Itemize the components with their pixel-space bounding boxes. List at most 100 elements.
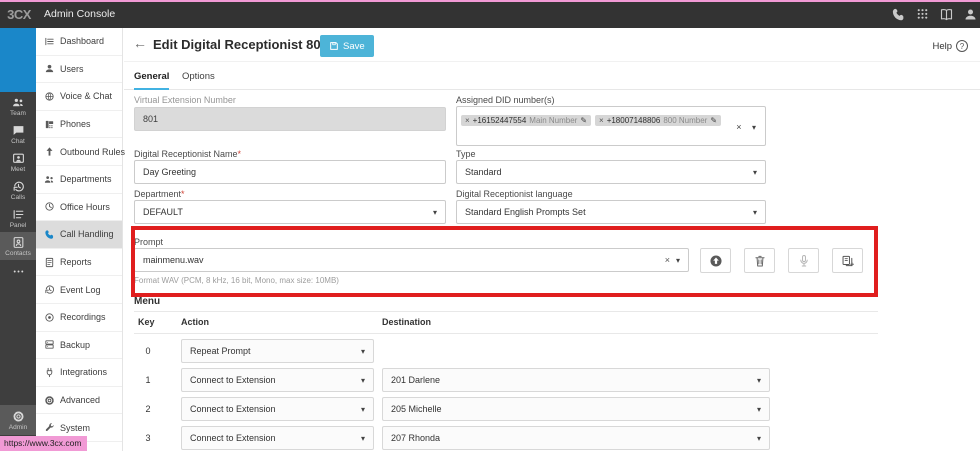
record-button[interactable]: [788, 248, 819, 273]
save-button[interactable]: Save: [320, 35, 374, 57]
sidebar-item-phones[interactable]: Phones: [36, 111, 122, 139]
sidebar-item-reports[interactable]: Reports: [36, 249, 122, 277]
prompt-select[interactable]: mainmenu.wav × ▾: [134, 248, 689, 272]
caret-down-icon: ▾: [757, 405, 761, 414]
chip-edit-pencil-icon[interactable]: ✎: [580, 116, 587, 125]
type-select[interactable]: Standard ▾: [456, 160, 766, 184]
more-icon: [12, 265, 25, 278]
sidebar-item-voice-chat[interactable]: Voice & Chat: [36, 83, 122, 111]
rail-item-team[interactable]: Team: [0, 92, 36, 120]
caret-down-icon: ▾: [361, 376, 365, 385]
prompt-clear-icon[interactable]: ×: [659, 255, 676, 265]
sidebar-item-users[interactable]: Users: [36, 56, 122, 84]
chip-label: 800 Number: [663, 116, 707, 125]
upload-button[interactable]: [700, 248, 731, 273]
rail-item-label: Team: [10, 110, 26, 117]
sidebar-item-integrations[interactable]: Integrations: [36, 359, 122, 387]
chip-number: +18007148806: [607, 116, 661, 125]
phone-handset-icon[interactable]: [891, 7, 906, 22]
chip-edit-pencil-icon[interactable]: ✎: [710, 116, 717, 125]
rail-blue-block: [0, 28, 36, 92]
calls-icon: [12, 180, 25, 193]
department-label: Department*: [134, 189, 185, 199]
sidebar-item-event-log[interactable]: Event Log: [36, 276, 122, 304]
prompt-caret-icon[interactable]: ▾: [676, 256, 680, 265]
rail-item-chat[interactable]: Chat: [0, 120, 36, 148]
menu-destination-select[interactable]: 207 Rhonda▾: [382, 426, 770, 450]
prompt-format-hint: Format WAV (PCM, 8 kHz, 16 bit, Mono, ma…: [134, 276, 339, 285]
user-icon: [44, 63, 55, 74]
virtual-ext-input: 801: [134, 107, 446, 131]
did-field[interactable]: ×+16152447554Main Number✎×+1800714880680…: [456, 106, 766, 146]
rail-item-more[interactable]: [0, 260, 36, 282]
menu-key: 3: [138, 433, 158, 443]
menu-action-select[interactable]: Connect to Extension▾: [181, 426, 374, 450]
sidebar-item-advanced[interactable]: Advanced: [36, 387, 122, 415]
sidebar-item-backup[interactable]: Backup: [36, 332, 122, 360]
sidebar-item-label: Call Handling: [60, 229, 114, 239]
sidebar-item-recordings[interactable]: Recordings: [36, 304, 122, 332]
did-label: Assigned DID number(s): [456, 95, 555, 105]
tab-general[interactable]: General: [134, 71, 169, 90]
help-button[interactable]: Help ?: [932, 40, 968, 52]
sidebar-item-dashboard[interactable]: Dashboard: [36, 28, 122, 56]
sidebar-item-label: Event Log: [60, 285, 101, 295]
caret-down-icon: ▾: [433, 208, 437, 217]
sidebar-item-label: Recordings: [60, 312, 106, 322]
receptionist-name-value: [143, 167, 437, 177]
rail-item-meet[interactable]: Meet: [0, 148, 36, 176]
record-icon: [44, 312, 55, 323]
address-book-icon[interactable]: [939, 7, 954, 22]
did-chip[interactable]: ×+16152447554Main Number✎: [461, 115, 591, 126]
caret-down-icon: ▾: [753, 208, 757, 217]
copy-icon: [841, 254, 855, 268]
rail-item-label: Meet: [11, 166, 25, 173]
rail-item-label: Panel: [10, 222, 27, 229]
handset-icon: [44, 229, 55, 240]
plug-icon: [44, 367, 55, 378]
rail-item-contacts[interactable]: Contacts: [0, 232, 36, 260]
rail-item-calls[interactable]: Calls: [0, 176, 36, 204]
menu-destination-select[interactable]: 201 Darlene▾: [382, 368, 770, 392]
sidebar-item-label: Advanced: [60, 395, 100, 405]
language-select[interactable]: Standard English Prompts Set ▾: [456, 200, 766, 224]
sidebar-item-label: Departments: [60, 174, 112, 184]
profile-icon[interactable]: [963, 7, 978, 22]
receptionist-name-input[interactable]: [134, 160, 446, 184]
chip-remove-icon[interactable]: ×: [465, 116, 470, 125]
back-arrow-icon[interactable]: ←: [133, 35, 147, 51]
upload-icon: [709, 254, 723, 268]
copy-prompt-button[interactable]: [832, 248, 863, 273]
language-label: Digital Receptionist language: [456, 189, 573, 199]
did-caret-icon[interactable]: ▾: [752, 123, 756, 132]
sidebar-item-call-handling[interactable]: Call Handling: [36, 221, 122, 249]
caret-down-icon: ▾: [753, 168, 757, 177]
menu-destination-select[interactable]: 205 Michelle▾: [382, 397, 770, 421]
menu-action-select[interactable]: Connect to Extension▾: [181, 368, 374, 392]
rail-item-label: Contacts: [5, 250, 31, 257]
contacts-icon: [12, 236, 25, 249]
chip-number: +16152447554: [473, 116, 527, 125]
tab-options[interactable]: Options: [182, 71, 215, 88]
rail-item-label: Calls: [11, 194, 25, 201]
dialpad-icon[interactable]: [915, 7, 930, 22]
sidebar-item-label: Users: [60, 64, 84, 74]
did-chip[interactable]: ×+18007148806800 Number✎: [595, 115, 721, 126]
sidebar-item-departments[interactable]: Departments: [36, 166, 122, 194]
main-panel: ← Edit Digital Receptionist 801 Save Hel…: [124, 28, 980, 451]
sidebar-item-outbound-rules[interactable]: Outbound Rules: [36, 138, 122, 166]
sidebar-item-office-hours[interactable]: Office Hours: [36, 194, 122, 222]
rail-item-admin[interactable]: Admin: [0, 405, 36, 435]
top-bar: 3CX Admin Console: [0, 0, 980, 28]
menu-action-select[interactable]: Repeat Prompt▾: [181, 339, 374, 363]
menu-action-select[interactable]: Connect to Extension▾: [181, 397, 374, 421]
rail-item-panel[interactable]: Panel: [0, 204, 36, 232]
caret-down-icon: ▾: [757, 434, 761, 443]
app-title: Admin Console: [44, 0, 115, 28]
did-clear-icon[interactable]: ×: [736, 122, 741, 132]
floppy-icon: [329, 41, 339, 51]
receptionist-name-label: Digital Receptionist Name*: [134, 149, 241, 159]
chip-remove-icon[interactable]: ×: [599, 116, 604, 125]
delete-button[interactable]: [744, 248, 775, 273]
department-select[interactable]: DEFAULT ▾: [134, 200, 446, 224]
